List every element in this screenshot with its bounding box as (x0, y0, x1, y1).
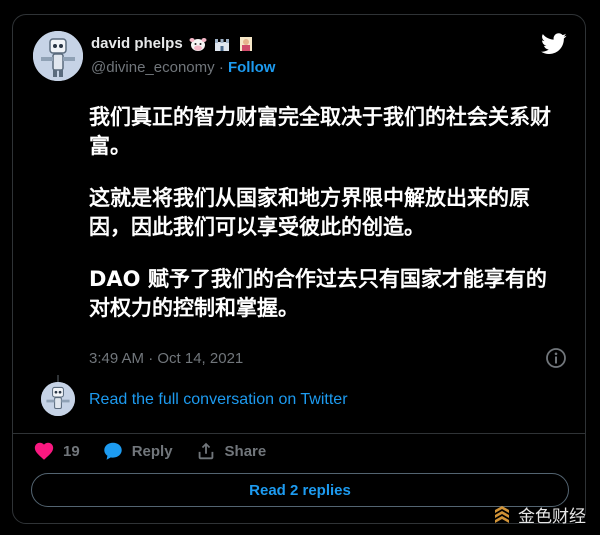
reply-label: Reply (131, 442, 173, 460)
tweet-paragraph: DAO 赋予了我们的合作过去只有国家才能享有的对权力的控制和掌握。 (89, 267, 547, 320)
jinse-logo-icon (495, 505, 509, 523)
read-conversation-link[interactable]: Read the full conversation on Twitter (89, 391, 348, 409)
watermark: 金色财经 (492, 502, 586, 527)
handle[interactable]: @divine_economy (91, 59, 215, 76)
reply-bubble-icon (103, 442, 122, 460)
info-icon[interactable] (545, 347, 567, 369)
display-name[interactable]: david phelps (91, 35, 183, 52)
watermark-text: 金色财经 (518, 507, 586, 527)
person-emoji-icon (239, 36, 252, 51)
conversation-avatar[interactable] (41, 382, 75, 416)
author-name-row: david phelps (91, 35, 255, 52)
like-button[interactable]: 19 (33, 440, 80, 462)
share-icon (198, 442, 213, 460)
divider (13, 433, 585, 434)
share-label: Share (224, 442, 267, 460)
tweet-paragraph: 这就是将我们从国家和地方界限中解放出来的原因，因此我们可以享受彼此的创造。 (89, 186, 530, 239)
reply-button[interactable]: Reply (102, 440, 173, 462)
action-bar: 19 Reply Share (33, 439, 288, 463)
avatar[interactable] (33, 31, 83, 81)
heart-icon (34, 442, 54, 460)
tweet-timestamp[interactable]: 3:49 AM · Oct 14, 2021 (89, 350, 243, 367)
like-count: 19 (63, 442, 80, 460)
read-replies-button[interactable]: Read 2 replies (31, 473, 569, 507)
twitter-bird-icon[interactable] (541, 33, 567, 55)
cow-face-emoji-icon (189, 37, 207, 51)
separator-dot: · (218, 59, 224, 76)
tweet-embed-card: david phelps @divine_economy · Follow 我们… (12, 14, 586, 524)
castle-emoji-icon (214, 38, 229, 51)
tweet-paragraph: 我们真正的智力财富完全取决于我们的社会关系财富。 (89, 105, 551, 158)
share-button[interactable]: Share (195, 440, 267, 462)
handle-row: @divine_economy · Follow (91, 59, 275, 76)
follow-button[interactable]: Follow (228, 59, 276, 76)
tweet-text: 我们真正的智力财富完全取决于我们的社会关系财富。 这就是将我们从国家和地方界限中… (89, 103, 559, 346)
